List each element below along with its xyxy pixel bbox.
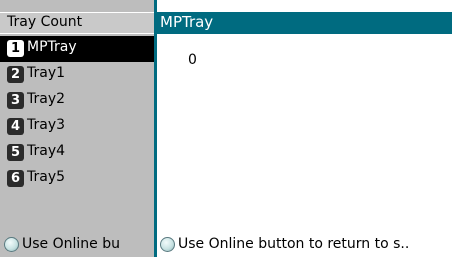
footer-hint-text: Use Online button to return to s.. (178, 236, 410, 252)
number-5-icon: 5 (7, 144, 24, 161)
sidebar-item-tray2[interactable]: 3 Tray2 (0, 88, 154, 114)
sidebar-item-label: Tray4 (27, 143, 66, 159)
number-3-icon: 3 (7, 92, 24, 109)
sidebar-header: Tray Count (0, 12, 154, 34)
sidebar-item-label: Tray2 (27, 91, 66, 107)
sidebar-item-label: Tray5 (27, 169, 66, 185)
page-title: MPTray (160, 13, 214, 31)
sidebar-item-tray3[interactable]: 4 Tray3 (0, 114, 154, 140)
sidebar-footer: Use Online bu (0, 234, 154, 257)
sidebar-item-label: Tray3 (27, 117, 66, 133)
circle-icon (160, 237, 175, 252)
tray-count-value: 0 (188, 52, 197, 68)
sidebar-footer-text: Use Online bu (22, 236, 120, 252)
sidebar-item-tray5[interactable]: 6 Tray5 (0, 166, 154, 192)
panel-divider (154, 0, 157, 257)
circle-icon (4, 237, 19, 252)
sidebar-item-tray4[interactable]: 5 Tray4 (0, 140, 154, 166)
number-1-icon: 1 (7, 40, 24, 57)
number-4-icon: 4 (7, 118, 24, 135)
number-6-icon: 6 (7, 170, 24, 187)
title-bar: MPTray (157, 12, 452, 34)
sidebar-item-label: Tray1 (27, 65, 66, 81)
sidebar-header-label: Tray Count (7, 14, 83, 30)
sidebar-item-tray1[interactable]: 2 Tray1 (0, 62, 154, 88)
sidebar-item-mptray[interactable]: 1 MPTray (0, 36, 154, 62)
sidebar-item-label: MPTray (27, 39, 77, 55)
sidebar: Tray Count 1 MPTray 2 Tray1 3 Tray2 4 Tr… (0, 0, 154, 257)
number-2-icon: 2 (7, 66, 24, 83)
